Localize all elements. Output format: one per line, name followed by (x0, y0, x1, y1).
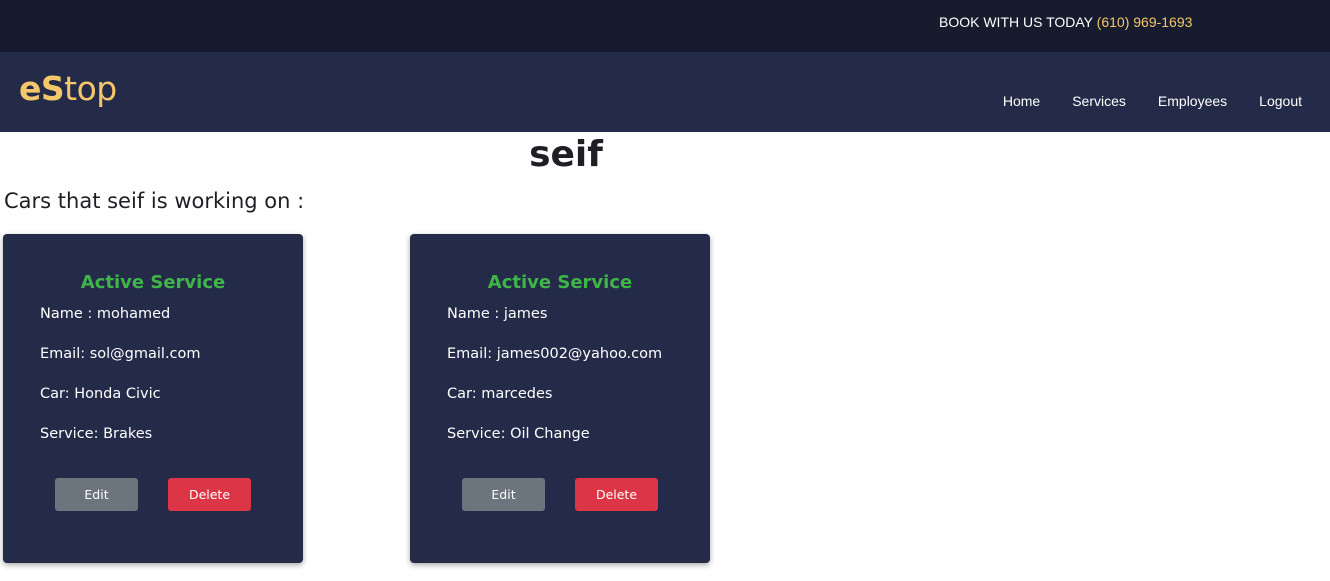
logo-light-part: top (64, 69, 117, 108)
service-type: Service: Oil Change (447, 426, 590, 442)
logo-bold-part: eS (19, 69, 65, 108)
nav-home[interactable]: Home (1003, 93, 1040, 109)
card-heading: Active Service (487, 272, 633, 293)
customer-email: Email: james002@yahoo.com (447, 346, 663, 362)
customer-name: Name : mohamed (40, 306, 171, 322)
page-subtitle: Cars that seif is working on : (4, 189, 305, 213)
customer-car: Car: marcedes (447, 386, 553, 402)
service-card: Active Service Name : mohamed Email: sol… (3, 234, 303, 563)
booking-line: BOOK WITH US TODAY (610) 969-1693 (939, 14, 1192, 30)
delete-button[interactable]: Delete (575, 478, 658, 511)
customer-car: Car: Honda Civic (40, 386, 161, 402)
customer-name: Name : james (447, 306, 548, 322)
delete-button[interactable]: Delete (168, 478, 251, 511)
customer-email: Email: sol@gmail.com (40, 346, 201, 362)
nav-services[interactable]: Services (1072, 93, 1126, 109)
edit-button[interactable]: Edit (55, 478, 138, 511)
nav-logout[interactable]: Logout (1259, 93, 1302, 109)
nav-employees[interactable]: Employees (1158, 93, 1227, 109)
edit-button[interactable]: Edit (462, 478, 545, 511)
booking-text: BOOK WITH US TODAY (939, 14, 1093, 30)
service-card: Active Service Name : james Email: james… (410, 234, 710, 563)
nav-links: Home Services Employees Logout (1003, 93, 1302, 109)
page-title: seif (529, 134, 603, 175)
brand-logo[interactable]: eStop (19, 69, 117, 108)
top-info-bar: BOOK WITH US TODAY (610) 969-1693 (0, 0, 1330, 52)
service-type: Service: Brakes (40, 426, 153, 442)
phone-number[interactable]: (610) 969-1693 (1097, 14, 1193, 30)
card-heading: Active Service (80, 272, 226, 293)
main-navbar: eStop Home Services Employees Logout (0, 52, 1330, 132)
